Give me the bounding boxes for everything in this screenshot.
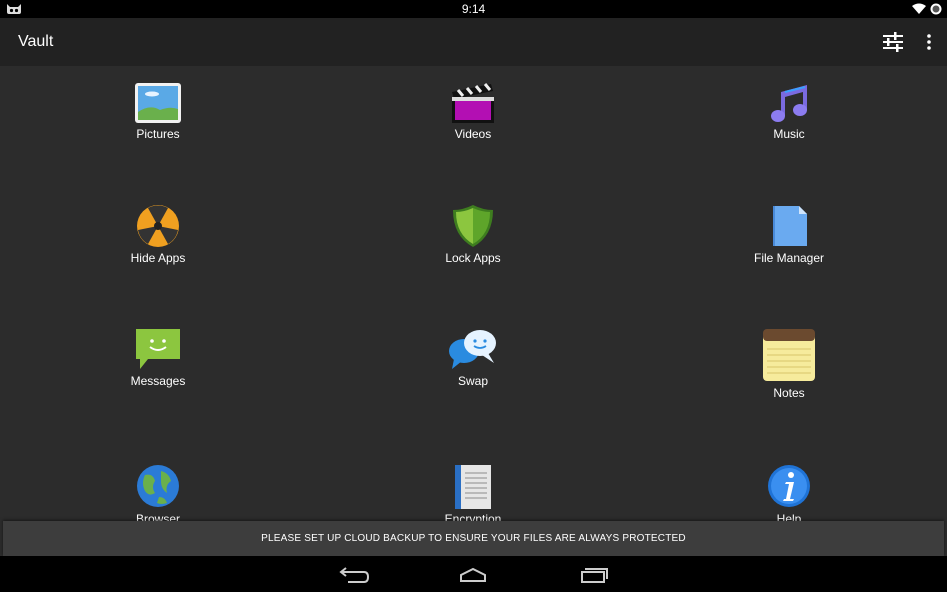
navigation-bar [0,556,947,592]
status-bar: 9:14 [0,0,947,18]
tile-label: Notes [773,386,805,400]
tile-music[interactable]: Music [709,82,869,141]
lock-apps-icon [453,205,493,247]
tile-file-manager[interactable]: File Manager [709,204,869,265]
messages-icon [136,329,180,369]
snackbar-message: PLEASE SET UP CLOUD BACKUP TO ENSURE YOU… [261,533,686,544]
music-icon [771,85,807,122]
tile-videos[interactable]: Videos [393,82,553,141]
tile-label: Hide Apps [130,251,186,265]
hide-apps-icon [137,205,179,247]
status-time: 9:14 [461,2,486,16]
back-icon[interactable] [334,564,374,586]
swap-icon [449,330,496,369]
overflow-menu-icon[interactable] [921,32,937,52]
tile-label: Pictures [136,127,180,141]
tile-help[interactable]: Help [709,463,869,526]
tile-label: Videos [454,127,492,141]
tile-notes[interactable]: Notes [709,327,869,400]
battery-icon [930,3,942,15]
action-bar: Vault [0,18,947,66]
tile-hide-apps[interactable]: Hide Apps [78,204,238,265]
help-icon [768,465,810,507]
wifi-icon [912,3,926,14]
tile-label: Swap [457,374,489,388]
tile-label: File Manager [753,251,825,265]
pictures-icon [135,83,181,123]
file-manager-icon [773,206,807,246]
tile-messages[interactable]: Messages [78,327,238,388]
browser-icon [137,465,179,507]
tile-lock-apps[interactable]: Lock Apps [393,204,553,265]
home-icon[interactable] [453,564,493,586]
tile-browser[interactable]: Browser [78,463,238,526]
tile-pictures[interactable]: Pictures [78,82,238,141]
tile-swap[interactable]: Swap [393,327,553,388]
vault-grid: Pictures Videos Music Hide Apps Lock App… [0,66,947,556]
notes-icon [763,329,815,381]
tile-encryption[interactable]: Encryption [393,463,553,526]
tile-label: Messages [130,374,186,388]
app-title: Vault [18,33,54,50]
videos-icon [452,83,494,123]
tile-label: Music [773,127,805,141]
cloud-backup-snackbar[interactable]: PLEASE SET UP CLOUD BACKUP TO ENSURE YOU… [3,521,944,556]
settings-sliders-icon[interactable] [882,32,904,52]
tile-label: Lock Apps [445,251,501,265]
recents-icon[interactable] [573,564,613,586]
encryption-icon [455,465,491,509]
